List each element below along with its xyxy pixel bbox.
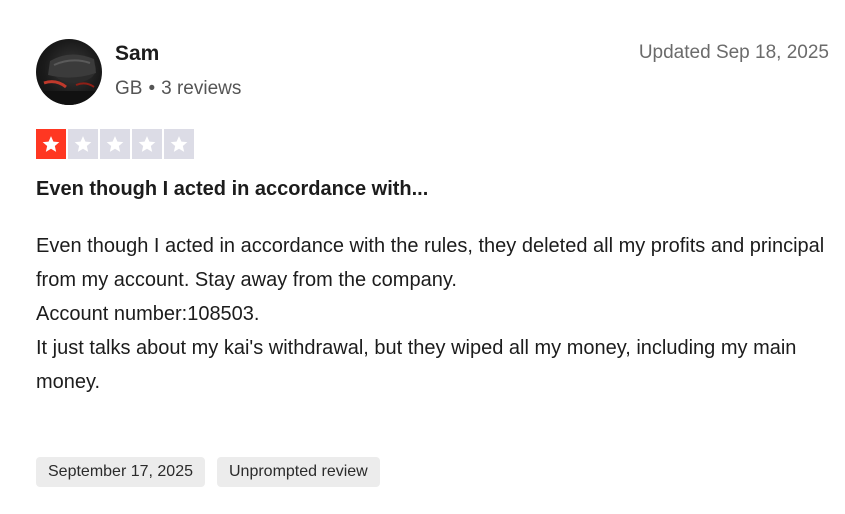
review-body-line: Account number:108503. [36,303,260,325]
review-updated-date: Updated Sep 18, 2025 [638,42,829,63]
star-2-icon [68,129,98,159]
review-type-tag[interactable]: Unprompted review [217,457,380,487]
reviewer-review-count: 3 reviews [161,78,242,99]
star-1-icon [36,129,66,159]
meta-separator: • [148,78,156,99]
star-4-icon [132,129,162,159]
review-tags: September 17, 2025 Unprompted review [36,457,380,487]
review-body: Even though I acted in accordance with t… [36,229,826,399]
avatar[interactable] [36,39,102,105]
reviewer-meta: GB • 3 reviews [115,78,241,100]
review-title[interactable]: Even though I acted in accordance with..… [36,178,428,201]
review-card: Sam GB • 3 reviews Updated Sep 18, 2025 Ev… [0,0,845,514]
review-body-line: Even though I acted in accordance with t… [36,235,825,291]
experience-date-tag: September 17, 2025 [36,457,205,487]
star-rating [36,129,194,159]
star-3-icon [100,129,130,159]
review-body-line: It just talks about my kai's withdrawal,… [36,337,797,393]
reviewer-name[interactable]: Sam [115,42,159,66]
avatar-photo-icon [36,54,102,105]
star-5-icon [164,129,194,159]
reviewer-country: GB [115,78,143,99]
